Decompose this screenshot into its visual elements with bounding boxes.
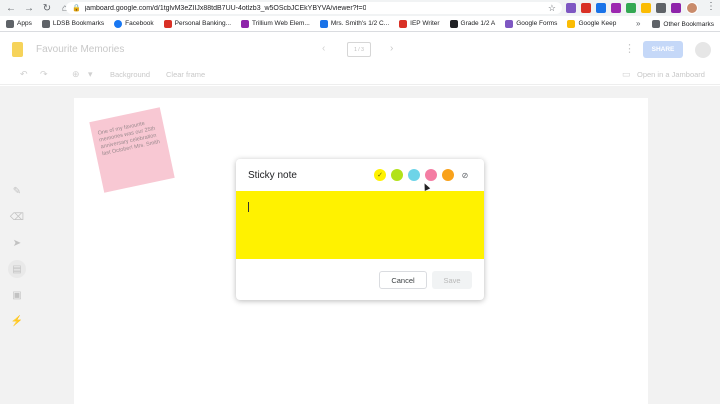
frame-bar-button[interactable]: 1 / 3 — [347, 42, 371, 57]
share-button[interactable]: SHARE — [643, 41, 683, 58]
back-icon[interactable]: ← — [4, 1, 18, 15]
text-caret — [248, 202, 249, 212]
extension-icon[interactable] — [581, 3, 591, 13]
sticky-note-icon[interactable]: ▤ — [8, 260, 26, 278]
apps-icon — [6, 19, 14, 28]
color-swatch-orange[interactable] — [442, 169, 454, 181]
save-button[interactable]: Save — [432, 271, 472, 289]
color-swatch-pink[interactable] — [425, 169, 437, 181]
jamboard-device-icon: ▭ — [622, 69, 631, 79]
eraser-icon[interactable]: ⌫ — [8, 208, 26, 226]
bookmark-star-icon[interactable]: ☆ — [548, 3, 556, 14]
next-frame-icon[interactable]: › — [390, 43, 393, 54]
keep-icon — [567, 19, 576, 28]
zoom-icon[interactable]: ⊕ — [72, 69, 80, 80]
bookmark-trillium[interactable]: Trillium Web Elem... — [241, 19, 310, 28]
iep-icon — [399, 19, 408, 28]
address-bar[interactable]: 🔒 jamboard.google.com/d/1tglvM3eZIIJx88t… — [66, 2, 562, 14]
classroom-icon — [449, 19, 458, 28]
site-icon — [319, 19, 328, 28]
extension-icon[interactable] — [566, 3, 576, 13]
color-swatch-blue[interactable] — [408, 169, 420, 181]
bookmark-ldsb[interactable]: LDSB Bookmarks — [41, 19, 104, 28]
extension-icon[interactable] — [626, 3, 636, 13]
dialog-title: Sticky note — [248, 170, 297, 181]
forms-icon — [505, 19, 514, 28]
profile-avatar[interactable] — [686, 2, 698, 14]
bookmark-grade[interactable]: Grade 1/2 A — [449, 19, 495, 28]
background-button[interactable]: Background — [110, 70, 150, 79]
facebook-icon — [114, 19, 123, 28]
tool-sidebar: ✎ ⌫ ➤ ▤ ▣ ⚡ — [8, 182, 28, 330]
browser-menu-icon[interactable]: ⋮ — [706, 1, 716, 12]
color-swatch-yellow[interactable]: ✓ — [374, 169, 386, 181]
account-avatar[interactable] — [695, 42, 711, 58]
extension-icon[interactable] — [596, 3, 606, 13]
jamboard-logo-icon[interactable] — [12, 42, 23, 57]
clear-frame-button[interactable]: Clear frame — [166, 70, 205, 79]
bookmark-mrs-smith[interactable]: Mrs. Smith's 1/2 C... — [319, 19, 389, 28]
folder-icon — [652, 20, 661, 28]
bookmark-banking[interactable]: Personal Banking... — [163, 19, 231, 28]
mute-color-icon[interactable]: ⊘ — [459, 169, 471, 181]
bookmark-facebook[interactable]: Facebook — [114, 19, 154, 28]
zoom-dropdown-icon[interactable]: ▾ — [88, 69, 93, 80]
more-options-icon[interactable]: ⋮ — [624, 42, 635, 55]
sticky-note-text: One of my favourite memories was our 25t… — [97, 120, 161, 157]
app-header: Favourite Memories ‹ 1 / 3 › ⋮ SHARE — [0, 33, 720, 67]
open-in-jamboard-button[interactable]: Open in a Jamboard — [637, 70, 705, 79]
undo-icon[interactable]: ↶ — [20, 69, 28, 80]
extension-icons — [566, 3, 681, 13]
extension-icon[interactable] — [611, 3, 621, 13]
redo-icon[interactable]: ↷ — [40, 69, 48, 80]
bookmark-google-forms[interactable]: Google Forms — [505, 19, 557, 28]
other-bookmarks[interactable]: Other Bookmarks — [652, 20, 714, 28]
folder-icon — [41, 19, 50, 28]
jam-toolbar: ↶ ↷ ⊕ ▾ Background Clear frame ▭ Open in… — [0, 67, 720, 85]
url-text: jamboard.google.com/d/1tglvM3eZIIJx88tdB… — [84, 4, 367, 12]
image-icon[interactable]: ▣ — [8, 286, 26, 304]
previous-frame-icon[interactable]: ‹ — [322, 43, 325, 54]
color-swatches: ✓ ⊘ — [374, 169, 471, 181]
pen-icon[interactable]: ✎ — [8, 182, 26, 200]
laser-icon[interactable]: ⚡ — [8, 312, 26, 330]
trillium-icon — [241, 19, 250, 28]
jam-title[interactable]: Favourite Memories — [36, 44, 124, 55]
bookmark-apps[interactable]: Apps — [6, 19, 32, 28]
sticky-note-dialog: Sticky note ✓ ⊘ Cancel Save — [236, 159, 484, 300]
reload-icon[interactable]: ↻ — [40, 1, 54, 15]
more-bookmarks-icon[interactable]: » — [636, 19, 640, 28]
cancel-button[interactable]: Cancel — [379, 271, 427, 289]
browser-toolbar: ← → ↻ ⌂ 🔒 jamboard.google.com/d/1tglvM3e… — [0, 0, 720, 16]
select-icon[interactable]: ➤ — [8, 234, 26, 252]
existing-sticky-note[interactable]: One of my favourite memories was our 25t… — [89, 107, 175, 193]
extension-icon[interactable] — [671, 3, 681, 13]
bookmarks-bar: Apps LDSB Bookmarks Facebook Personal Ba… — [0, 16, 720, 32]
color-swatch-green[interactable] — [391, 169, 403, 181]
bookmark-iep-writer[interactable]: IEP Writer — [399, 19, 440, 28]
extension-icon[interactable] — [656, 3, 666, 13]
extension-icon[interactable] — [641, 3, 651, 13]
bank-icon — [163, 19, 172, 28]
lock-icon: 🔒 — [72, 5, 81, 12]
bookmark-google-keep[interactable]: Google Keep — [567, 19, 616, 28]
sticky-note-input[interactable] — [236, 191, 484, 259]
forward-icon[interactable]: → — [22, 1, 36, 15]
